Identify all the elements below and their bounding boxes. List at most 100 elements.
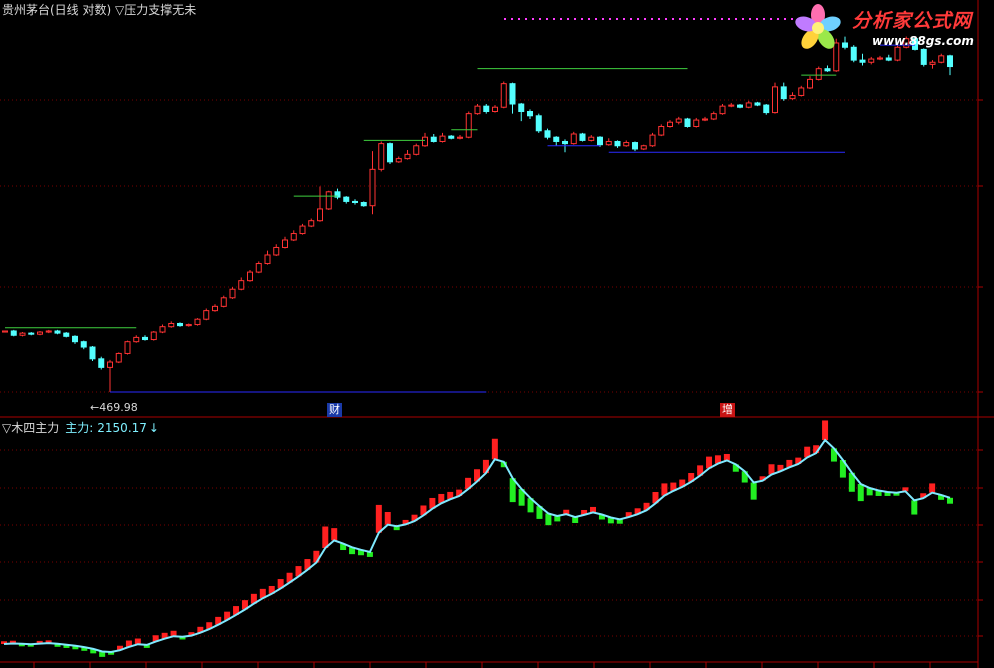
indicator-bar-down: [545, 513, 552, 526]
candle-body: [352, 200, 358, 204]
candle-body: [885, 57, 892, 61]
indicator-bar-down: [911, 500, 918, 515]
candle-body: [518, 103, 525, 113]
candle-body: [702, 118, 708, 121]
candle-body: [527, 111, 533, 117]
candle-body: [658, 125, 665, 136]
candle-body: [868, 58, 875, 63]
candle-body: [413, 145, 420, 155]
candle-body: [63, 332, 70, 337]
indicator-bar-up: [375, 504, 382, 533]
indicator-bar-down: [857, 484, 864, 502]
candle-body: [317, 208, 323, 222]
candle-body: [500, 83, 507, 108]
candle-body: [483, 105, 490, 113]
candle-body: [772, 86, 778, 114]
indicator-bar-down: [947, 497, 953, 504]
candle-body: [632, 142, 638, 150]
candle-body: [737, 104, 743, 108]
candle-body: [404, 153, 411, 160]
candle-body: [308, 220, 315, 227]
candle-body: [28, 332, 35, 335]
candle-body: [509, 83, 516, 105]
candle-body: [325, 191, 332, 210]
indicator-bar-up: [491, 438, 498, 460]
candle-body: [789, 94, 796, 100]
candle-body: [439, 135, 446, 142]
candle-body: [929, 61, 936, 65]
candle-body: [89, 346, 96, 360]
candle-body: [535, 115, 542, 132]
candle-body: [360, 202, 367, 207]
candle-body: [378, 143, 385, 170]
candle-body: [177, 322, 183, 327]
candle-body: [675, 118, 682, 123]
candle-body: [282, 239, 288, 248]
indicator-bar-up: [331, 528, 338, 541]
indicator-bar-up: [384, 512, 391, 525]
candle-body: [605, 140, 612, 146]
candle-body: [159, 326, 166, 333]
candle-body: [457, 136, 463, 139]
candle-body: [754, 102, 761, 106]
candle-body: [492, 106, 498, 113]
candle-body: [649, 134, 656, 147]
candle-body: [80, 341, 87, 348]
candle-body: [299, 225, 306, 235]
candle-body: [142, 336, 148, 341]
candle-body: [273, 246, 280, 256]
candle-body: [255, 263, 262, 273]
candle-body: [2, 330, 8, 333]
candle-body: [150, 331, 157, 341]
candle-body: [448, 135, 455, 139]
candle-body: [544, 130, 551, 138]
indicator-bar-up: [822, 420, 829, 440]
candle-body: [710, 113, 717, 120]
indicator-bar-up: [322, 526, 329, 548]
candle-body: [203, 310, 210, 320]
candle-body: [115, 352, 122, 363]
candle-body: [229, 288, 236, 299]
candle-body: [562, 140, 568, 145]
candle-body: [807, 78, 813, 89]
candle-body: [763, 104, 770, 114]
candle-body: [212, 305, 218, 312]
candle-body: [824, 68, 831, 72]
candle-body: [719, 105, 726, 115]
candle-body: [430, 136, 437, 142]
candle-body: [54, 330, 61, 334]
candle-body: [264, 254, 271, 265]
candle-body: [343, 196, 350, 202]
candle-body: [947, 55, 953, 68]
candle-body: [247, 271, 253, 282]
chart-canvas: [0, 0, 994, 668]
candle-body: [465, 113, 472, 138]
candle-body: [395, 158, 402, 163]
logo-text: 分析家公式网: [852, 10, 973, 32]
candle-body: [614, 140, 621, 147]
candle-body: [387, 143, 393, 163]
candle-body: [185, 324, 192, 327]
candle-body: [579, 133, 586, 141]
logo-url: www.88gs.com: [872, 34, 974, 48]
candle-body: [728, 104, 735, 107]
indicator-label: 主力:: [65, 421, 94, 435]
indicator-name: ▽木四主力: [2, 421, 60, 435]
candle-body: [194, 318, 201, 326]
indicator-bar-down: [750, 482, 757, 500]
candle-body: [859, 59, 866, 63]
candle-body: [107, 361, 113, 368]
candle-body: [623, 142, 630, 147]
indicator-value: 2150.17: [97, 421, 147, 435]
candle-body: [238, 280, 245, 290]
candle-body: [45, 330, 52, 333]
candle-body: [745, 102, 752, 108]
candle-body: [10, 330, 17, 336]
event-marker-finance[interactable]: 财: [327, 403, 342, 417]
candle-body: [72, 335, 78, 343]
candle-body: [422, 136, 428, 147]
event-marker-increase[interactable]: 增: [720, 403, 735, 417]
candle-body: [37, 331, 43, 335]
candle-body: [124, 341, 131, 354]
candle-body: [597, 136, 603, 146]
